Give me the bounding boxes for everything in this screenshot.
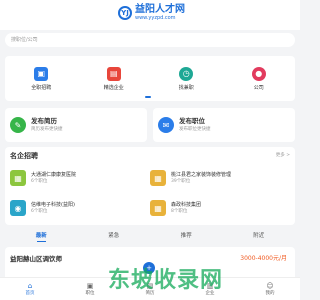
quick-entry-fulltime[interactable]: ▣ 全职招聘 <box>16 66 66 91</box>
watermark: 东坡收录网 <box>108 268 224 293</box>
companies-section: 名企招聘 更多 > ▦ 大通湖仁康康复医院 6个职位 ▦ 桃江县君之家装饰装修管… <box>5 147 295 225</box>
job-title: 益阳赫山区调饮师 <box>10 255 62 263</box>
company-jobs: 8个职位 <box>171 208 188 214</box>
tab-recommended[interactable]: 推荐 <box>181 231 192 239</box>
company-logo-icon: ▦ <box>10 170 26 186</box>
quick-entry-label: 全职招聘 <box>31 84 52 91</box>
job-tabs: 最新 紧急 推荐 附近 <box>5 228 295 242</box>
publish-job-subtitle: 发布职位更快捷 <box>179 127 211 132</box>
nav-jobs[interactable]: ▣ 职位 <box>70 282 110 297</box>
quick-entry-label: 找兼职 <box>178 84 194 91</box>
search-input[interactable]: 搜职位/公司 <box>5 33 295 47</box>
company-name: 桃江县君之家装饰装修管理 <box>171 171 232 178</box>
nav-home[interactable]: ⌂ 首页 <box>10 282 50 297</box>
quick-entry-featured[interactable]: ▤ 精选企业 <box>89 66 139 91</box>
resume-icon: ✎ <box>10 117 26 133</box>
company-name: 信维电子科技(益阳) <box>31 201 75 208</box>
publish-job-card[interactable]: ✉ 发布职位 发布职位更快捷 <box>153 108 295 142</box>
home-icon: ⌂ <box>27 281 33 290</box>
company-logo-icon: ◉ <box>10 200 26 216</box>
carousel-indicator <box>145 96 151 98</box>
nav-label: 我的 <box>265 290 275 296</box>
company-jobs: 6个职位 <box>31 208 48 214</box>
tab-nearby[interactable]: 附近 <box>253 231 264 239</box>
company-jobs: 6个职位 <box>31 178 48 184</box>
quick-entry-label: 精选企业 <box>103 84 124 91</box>
company-item[interactable]: ▦ 桃江县君之家装饰装修管理 39个职位 <box>150 167 280 189</box>
user-icon: ☺ <box>266 281 274 290</box>
quick-entry-parttime[interactable]: ◷ 找兼职 <box>161 66 211 91</box>
logo-mark-icon: YJ <box>118 5 132 20</box>
publish-resume-subtitle: 简历发布更快捷 <box>31 127 63 132</box>
company-name: 森政科技集团 <box>171 201 202 208</box>
job-icon: ✉ <box>158 117 174 133</box>
publish-resume-title: 发布简历 <box>31 117 57 125</box>
header: YJ 益阳人才网 www.yyzpd.com <box>0 0 300 30</box>
logo-url: www.yyzpd.com <box>135 15 176 21</box>
publish-job-title: 发布职位 <box>179 117 205 125</box>
tab-urgent[interactable]: 紧急 <box>108 231 119 239</box>
quick-entry-label: 公司 <box>253 84 264 91</box>
nav-label: 首页 <box>25 290 35 296</box>
company-item[interactable]: ▦ 森政科技集团 8个职位 <box>150 197 280 219</box>
publish-resume-card[interactable]: ✎ 发布简历 简历发布更快捷 <box>5 108 147 142</box>
company-logo-icon: ▦ <box>150 170 166 186</box>
company-item[interactable]: ▦ 大通湖仁康康复医院 6个职位 <box>10 167 140 189</box>
company-logo-icon: ▦ <box>150 200 166 216</box>
logo-name: 益阳人才网 <box>135 4 185 15</box>
section-title: 名企招聘 <box>10 152 38 160</box>
clock-icon: ◷ <box>179 66 194 81</box>
more-link[interactable]: 更多 > <box>276 152 290 158</box>
job-salary: 3000-4000元/月 <box>240 255 287 262</box>
nav-label: 职位 <box>85 290 95 296</box>
quick-entry-company[interactable]: ● 公司 <box>234 66 284 91</box>
company-item[interactable]: ◉ 信维电子科技(益阳) 6个职位 <box>10 197 140 219</box>
tab-latest[interactable]: 最新 <box>36 231 47 242</box>
logo[interactable]: YJ 益阳人才网 www.yyzpd.com <box>118 4 185 21</box>
building-icon: ▤ <box>106 66 121 81</box>
company-jobs: 39个职位 <box>171 178 191 184</box>
briefcase-icon: ▣ <box>34 66 49 81</box>
company-name: 大通湖仁康康复医院 <box>31 171 77 178</box>
quick-entries: ▣ 全职招聘 ▤ 精选企业 ◷ 找兼职 ● 公司 <box>5 56 295 101</box>
nav-mine[interactable]: ☺ 我的 <box>250 282 290 297</box>
briefcase-icon: ▣ <box>86 281 94 290</box>
company-icon: ● <box>251 66 266 81</box>
